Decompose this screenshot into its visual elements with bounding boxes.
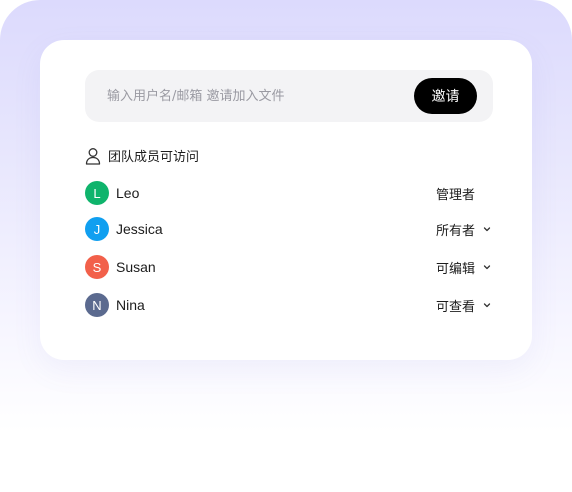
role-dropdown[interactable]: 可查看 xyxy=(436,296,493,315)
role-dropdown[interactable]: 可编辑 xyxy=(436,258,493,277)
user-icon xyxy=(85,147,101,165)
avatar: N xyxy=(85,293,109,317)
member-name: Susan xyxy=(116,259,156,275)
role-text: 管理者 xyxy=(435,187,475,203)
invite-input[interactable] xyxy=(107,70,414,122)
chevron-down-icon xyxy=(481,223,493,235)
invite-bar: 邀请 xyxy=(85,70,493,122)
role-text: 所有者 xyxy=(435,223,475,239)
member-name: Leo xyxy=(116,185,140,201)
team-access-label: 团队成员可访问 xyxy=(108,150,200,165)
role-label: 管理者 xyxy=(436,184,475,203)
member-row-leo: L Leo 管理者 xyxy=(85,181,493,205)
avatar: J xyxy=(85,217,109,241)
chevron-down-icon xyxy=(481,261,493,273)
avatar: L xyxy=(85,181,109,205)
role-text: 可查看 xyxy=(435,299,475,315)
member-row-nina: N Nina 可查看 xyxy=(85,293,493,317)
member-name: Nina xyxy=(116,297,145,313)
member-row-jessica: J Jessica 所有者 xyxy=(85,217,493,241)
share-card: 邀请 团队成员可访问 L Leo 管理者 J Jessica 所有者 S S xyxy=(40,40,532,360)
chevron-down-icon xyxy=(481,299,493,311)
role-dropdown[interactable]: 所有者 xyxy=(436,220,493,239)
member-row-susan: S Susan 可编辑 xyxy=(85,255,493,279)
avatar: S xyxy=(85,255,109,279)
invite-button[interactable]: 邀请 xyxy=(414,78,477,114)
team-access-header: 团队成员可访问 xyxy=(85,146,199,165)
role-text: 可编辑 xyxy=(435,261,475,277)
member-name: Jessica xyxy=(116,221,163,237)
